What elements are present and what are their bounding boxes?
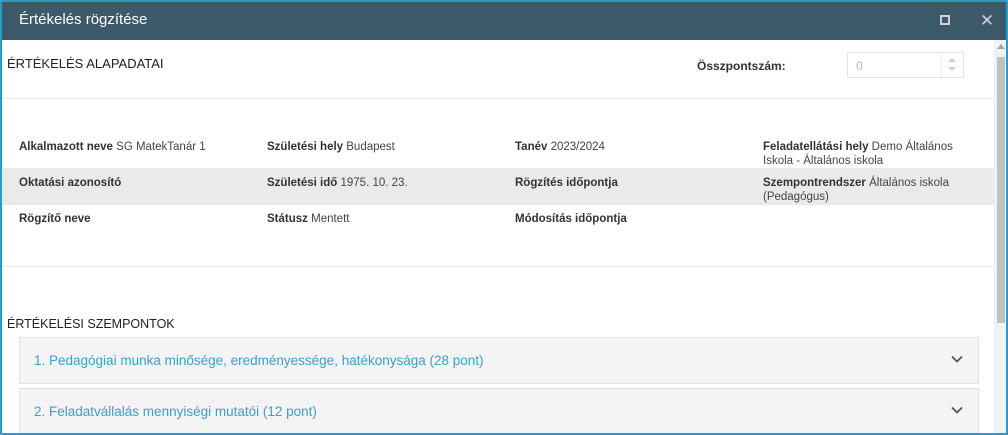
total-score-value: 0 [856,59,863,73]
spinner-down-icon[interactable] [948,67,956,71]
total-score-input[interactable]: 0 [847,52,964,78]
dialog-content: ÉRTÉKELÉS ALAPADATAI Összpontszám: 0 Alk… [2,40,994,433]
info-cell-recorded-at: Rögzítés időpontja [515,177,618,189]
info-cell-employee-name: Alkalmazott neve SG MatekTanár 1 [19,141,206,153]
vertical-scrollbar[interactable] [994,40,1006,433]
total-score-label: Összpontszám: [697,59,786,73]
info-cell-birth-place: Születési hely Budapest [267,141,395,153]
scroll-up-icon[interactable] [997,44,1005,49]
score-spinner[interactable] [941,53,963,77]
info-cell-education-id: Oktatási azonosító [19,177,122,189]
info-cell-workplace: Feladatellátási hely Demo Általános Isko… [763,141,953,167]
info-cell-criteria-system: Szempontrendszer Általános iskola (Pedag… [763,177,949,203]
info-cell-modified-at: Módosítás időpontja [515,213,627,225]
close-button[interactable]: ✕ [977,10,997,30]
scrollbar-thumb[interactable] [997,57,1005,323]
info-row: Oktatási azonosító Születési idő 1975. 1… [2,168,994,205]
criteria-item-label: 1. Pedagógiai munka minősége, eredményes… [34,353,484,368]
dialog-title: Értékelés rögzítése [19,11,148,28]
info-row: Alkalmazott neve SG MatekTanár 1 Születé… [2,132,994,169]
evaluation-dialog: Értékelés rögzítése ✕ ÉRTÉKELÉS ALAPADAT… [0,0,1008,435]
criteria-section-title: ÉRTÉKELÉSI SZEMPONTOK [7,317,175,331]
chevron-down-icon [951,355,963,363]
maximize-button[interactable] [935,10,955,30]
divider [2,266,994,267]
criteria-item-label: 2. Feladatvállalás mennyiségi mutatói (1… [34,404,317,419]
chevron-down-icon [951,406,963,414]
dialog-titlebar: Értékelés rögzítése ✕ [2,2,1006,40]
info-row: Rögzítő neve Státusz Mentett Módosítás i… [2,204,994,241]
spinner-up-icon[interactable] [948,58,956,62]
criteria-accordion-item[interactable]: 1. Pedagógiai munka minősége, eredményes… [19,337,979,384]
info-cell-birth-date: Születési idő 1975. 10. 23. [267,177,408,189]
criteria-accordion-item[interactable]: 2. Feladatvállalás mennyiségi mutatói (1… [19,388,979,433]
maximize-icon [940,15,950,25]
info-cell-school-year: Tanév 2023/2024 [515,141,605,153]
close-icon: ✕ [979,10,995,30]
divider [2,98,994,99]
info-cell-recorder-name: Rögzítő neve [19,213,91,225]
base-section-title: ÉRTÉKELÉS ALAPADATAI [7,56,164,71]
info-cell-status: Státusz Mentett [267,213,350,225]
